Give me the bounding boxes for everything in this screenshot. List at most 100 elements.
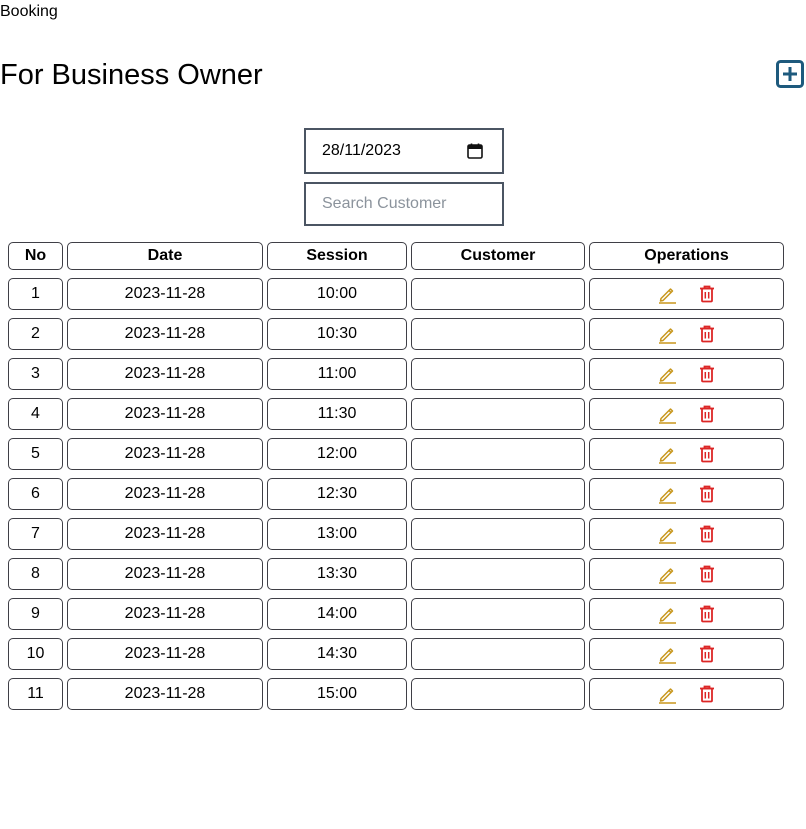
column-header-operations: Operations	[589, 242, 784, 270]
cell-date: 2023-11-28	[67, 398, 263, 430]
pencil-icon	[657, 564, 677, 584]
page-title: For Business Owner	[0, 59, 263, 91]
delete-button[interactable]	[697, 644, 717, 664]
delete-button[interactable]	[697, 404, 717, 424]
delete-button[interactable]	[697, 444, 717, 464]
delete-button[interactable]	[697, 524, 717, 544]
cell-customer	[411, 518, 585, 550]
pencil-icon	[657, 484, 677, 504]
add-booking-button[interactable]	[776, 60, 804, 88]
cell-operations	[589, 518, 784, 550]
pencil-icon	[657, 444, 677, 464]
table-row: 3 2023-11-28 11:00	[8, 358, 784, 390]
cell-session: 11:30	[267, 398, 407, 430]
pencil-icon	[657, 604, 677, 624]
edit-button[interactable]	[657, 484, 677, 504]
cell-no: 8	[8, 558, 63, 590]
delete-button[interactable]	[697, 564, 717, 584]
delete-button[interactable]	[697, 284, 717, 304]
table-row: 6 2023-11-28 12:30	[8, 478, 784, 510]
trash-icon	[697, 564, 717, 584]
cell-date: 2023-11-28	[67, 318, 263, 350]
edit-button[interactable]	[657, 444, 677, 464]
cell-customer	[411, 638, 585, 670]
cell-customer	[411, 318, 585, 350]
cell-operations	[589, 638, 784, 670]
cell-session: 13:30	[267, 558, 407, 590]
column-header-no: No	[8, 242, 63, 270]
pencil-icon	[657, 364, 677, 384]
delete-button[interactable]	[697, 484, 717, 504]
cell-customer	[411, 438, 585, 470]
edit-button[interactable]	[657, 364, 677, 384]
cell-no: 4	[8, 398, 63, 430]
cell-operations	[589, 478, 784, 510]
edit-button[interactable]	[657, 324, 677, 344]
trash-icon	[697, 324, 717, 344]
table-row: 2 2023-11-28 10:30	[8, 318, 784, 350]
edit-button[interactable]	[657, 284, 677, 304]
cell-no: 3	[8, 358, 63, 390]
cell-no: 7	[8, 518, 63, 550]
trash-icon	[697, 284, 717, 304]
cell-no: 5	[8, 438, 63, 470]
cell-date: 2023-11-28	[67, 358, 263, 390]
column-header-date: Date	[67, 242, 263, 270]
app-title: Booking	[0, 3, 58, 20]
cell-date: 2023-11-28	[67, 558, 263, 590]
cell-operations	[589, 558, 784, 590]
cell-session: 12:30	[267, 478, 407, 510]
delete-button[interactable]	[697, 324, 717, 344]
cell-customer	[411, 278, 585, 310]
cell-session: 12:00	[267, 438, 407, 470]
trash-icon	[697, 364, 717, 384]
table-row: 9 2023-11-28 14:00	[8, 598, 784, 630]
cell-date: 2023-11-28	[67, 278, 263, 310]
trash-icon	[697, 524, 717, 544]
table-row: 1 2023-11-28 10:00	[8, 278, 784, 310]
cell-operations	[589, 598, 784, 630]
cell-operations	[589, 438, 784, 470]
trash-icon	[697, 644, 717, 664]
trash-icon	[697, 484, 717, 504]
pencil-icon	[657, 524, 677, 544]
cell-operations	[589, 358, 784, 390]
delete-button[interactable]	[697, 604, 717, 624]
date-picker[interactable]: 28/11/2023	[304, 128, 504, 174]
pencil-icon	[657, 324, 677, 344]
table-row: 8 2023-11-28 13:30	[8, 558, 784, 590]
cell-no: 6	[8, 478, 63, 510]
edit-button[interactable]	[657, 604, 677, 624]
cell-session: 14:00	[267, 598, 407, 630]
cell-customer	[411, 358, 585, 390]
edit-button[interactable]	[657, 524, 677, 544]
table-row: 7 2023-11-28 13:00	[8, 518, 784, 550]
edit-button[interactable]	[657, 564, 677, 584]
cell-no: 1	[8, 278, 63, 310]
cell-no: 9	[8, 598, 63, 630]
pencil-icon	[657, 644, 677, 664]
edit-button[interactable]	[657, 644, 677, 664]
cell-customer	[411, 558, 585, 590]
date-value: 28/11/2023	[322, 142, 401, 159]
search-customer-input[interactable]	[304, 182, 504, 226]
cell-session: 11:00	[267, 358, 407, 390]
cell-operations	[589, 318, 784, 350]
cell-session: 10:30	[267, 318, 407, 350]
cell-no: 2	[8, 318, 63, 350]
pencil-icon	[657, 284, 677, 304]
pencil-icon	[657, 684, 677, 704]
cell-customer	[411, 678, 585, 710]
booking-table: No Date Session Customer Operations 1 202…	[4, 234, 788, 718]
delete-button[interactable]	[697, 684, 717, 704]
edit-button[interactable]	[657, 684, 677, 704]
delete-button[interactable]	[697, 364, 717, 384]
edit-button[interactable]	[657, 404, 677, 424]
calendar-icon[interactable]	[466, 142, 484, 160]
cell-customer	[411, 478, 585, 510]
trash-icon	[697, 684, 717, 704]
cell-operations	[589, 278, 784, 310]
plus-square-icon	[776, 60, 804, 88]
cell-customer	[411, 598, 585, 630]
cell-date: 2023-11-28	[67, 598, 263, 630]
